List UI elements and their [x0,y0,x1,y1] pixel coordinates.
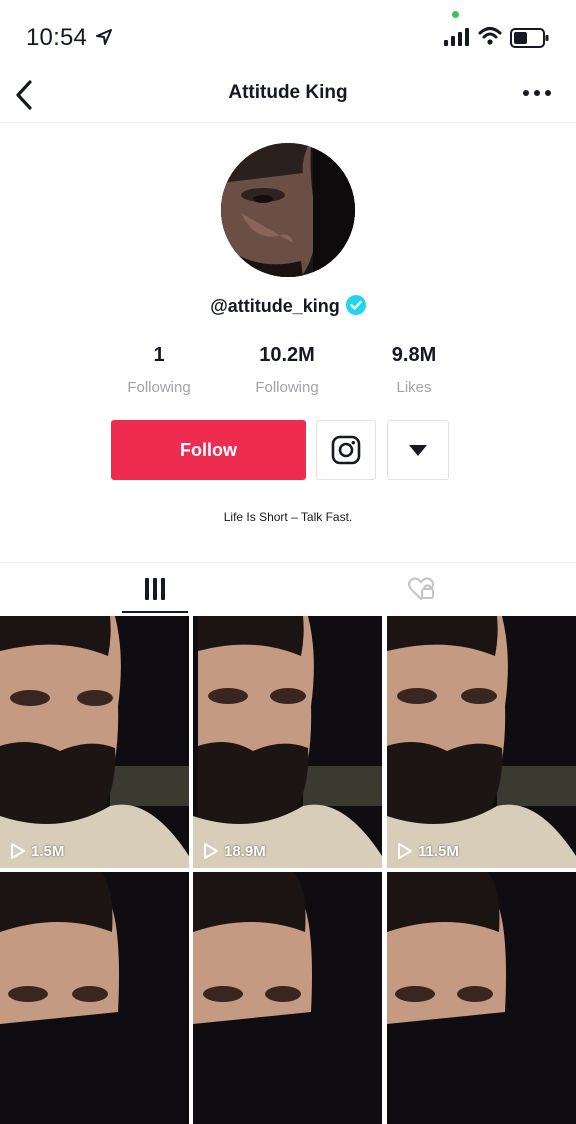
stat-following[interactable]: 1 Following [99,344,219,396]
username: @attitude_king [210,296,340,316]
video-thumbnail[interactable] [0,872,189,1124]
view-count: 1.5M [10,842,64,860]
profile-bio: Life Is Short – Talk Fast. [223,510,353,524]
top-nav-bar: Attitude King [0,70,576,123]
view-count: 18.9M [203,842,266,860]
caret-down-icon [409,444,427,456]
video-thumbnail[interactable] [193,872,382,1124]
video-thumbnail[interactable]: 1.5M [0,616,189,868]
page-title: Attitude King [228,82,348,103]
content-tabs [0,562,576,615]
video-thumbnail-image [0,616,189,868]
privacy-indicator-dot [452,11,459,18]
avatar-photo [221,143,355,277]
tab-liked[interactable] [266,563,576,615]
video-thumbnail[interactable] [387,872,576,1124]
stat-label: Following [127,379,191,396]
wifi-icon [478,27,502,45]
battery-icon [510,28,549,48]
play-count-icon [11,843,25,859]
stat-label: Following [255,379,319,396]
stat-label: Likes [396,379,432,396]
stat-value: 1 [153,344,165,366]
video-thumbnail-image [387,872,576,1124]
cellular-signal-icon [444,28,469,46]
video-thumbnail-image [387,616,576,868]
view-count-text: 18.9M [224,842,266,860]
video-thumbnail-image [193,872,382,1124]
video-thumbnail-image [193,616,382,868]
tab-videos[interactable] [0,563,310,615]
view-count-text: 11.5M [418,842,459,860]
username-row: @attitude_king [0,295,576,317]
status-time: 10:54 [26,24,88,51]
video-thumbnail[interactable]: 11.5M [387,616,576,868]
video-thumbnail[interactable]: 18.9M [193,616,382,868]
follow-button[interactable]: Follow [111,420,306,480]
stat-followers[interactable]: 10.2M Following [227,344,347,396]
instagram-button[interactable] [316,420,376,480]
view-count: 11.5M [397,842,459,860]
video-grid-icon [145,578,165,600]
video-grid: 1.5M 18.9M 11.5M [0,616,576,1124]
play-count-icon [398,843,412,859]
active-tab-indicator [122,611,188,613]
location-arrow-icon [96,29,112,45]
status-bar: 10:54 [0,0,576,70]
stat-value: 10.2M [259,344,315,366]
avatar[interactable] [221,143,355,277]
video-thumbnail-image [0,872,189,1124]
liked-hidden-heart-icon [408,577,434,601]
view-count-text: 1.5M [31,842,65,860]
more-options-icon[interactable] [522,88,552,98]
verified-badge-icon [345,295,366,315]
stat-likes: 9.8M Likes [354,344,474,396]
instagram-icon [331,435,361,465]
suggested-accounts-dropdown-button[interactable] [387,420,449,480]
stat-value: 9.8M [391,344,437,366]
play-count-icon [204,843,218,859]
